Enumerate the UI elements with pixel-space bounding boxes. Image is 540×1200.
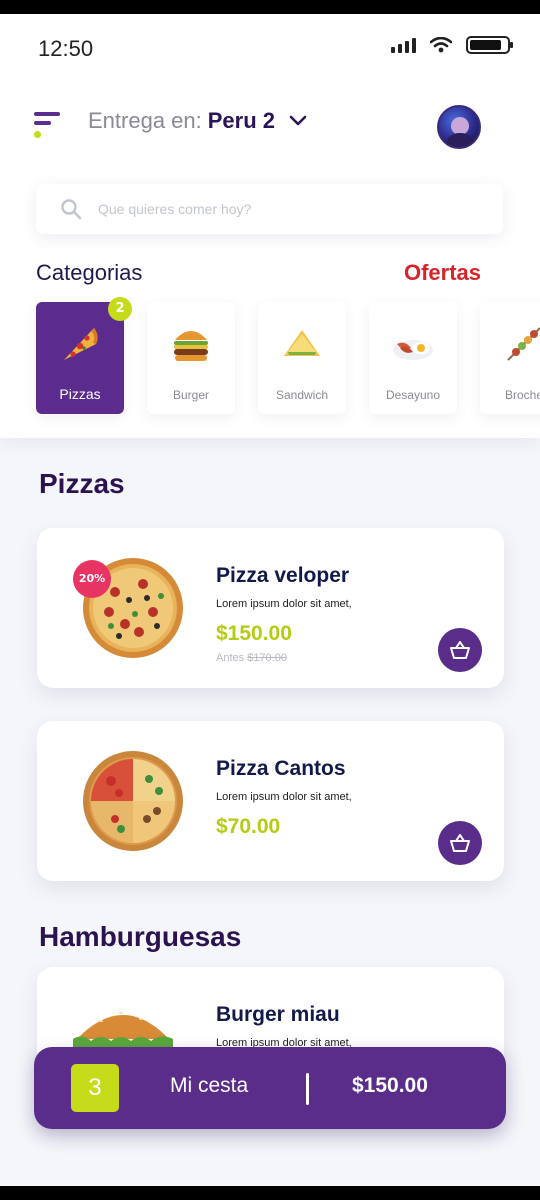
product-description: Lorem ipsum dolor sit amet, — [216, 791, 352, 803]
breakfast-icon — [393, 340, 433, 360]
product-name: Pizza Cantos — [216, 757, 346, 780]
product-name: Pizza veloper — [216, 564, 350, 587]
product-description: Lorem ipsum dolor sit amet, — [216, 598, 352, 610]
category-label: Pizzas — [59, 386, 101, 402]
section-title-hamburguesas: Hamburguesas — [39, 921, 242, 952]
sandwich-icon — [284, 330, 320, 356]
categories-title: Categorias — [36, 260, 143, 285]
signal-icon — [391, 37, 416, 53]
product-price: $70.00 — [216, 815, 281, 838]
skewer-icon — [507, 327, 540, 361]
add-to-basket-button[interactable] — [438, 821, 482, 865]
app-screen: 12:50 Entrega en: Peru 2 Ca — [0, 14, 540, 1186]
status-icons — [391, 36, 513, 54]
category-label: Sandwich — [275, 388, 329, 402]
search-input[interactable] — [98, 201, 438, 217]
section-title-pizzas: Pizzas — [39, 468, 125, 499]
basket-icon — [450, 641, 470, 659]
basket-label: Mi cesta — [170, 1074, 249, 1097]
offers-link[interactable]: Ofertas — [404, 260, 481, 286]
chevron-down-icon — [289, 115, 307, 126]
discount-badge: 20% — [73, 560, 111, 598]
search-bar — [36, 184, 503, 234]
delivery-location-selector[interactable]: Entrega en: Peru 2 — [88, 108, 307, 134]
category-count-badge: 2 — [108, 297, 132, 321]
delivery-location: Peru 2 — [207, 108, 276, 133]
category-sandwich[interactable]: Sandwich — [258, 302, 346, 414]
search-icon — [61, 199, 82, 220]
basket-total: $150.00 — [352, 1074, 428, 1097]
pizza-slice-icon — [64, 328, 98, 360]
product-price: $150.00 — [216, 622, 292, 645]
menu-icon[interactable] — [34, 112, 62, 142]
basket-icon — [450, 834, 470, 852]
battery-icon — [466, 36, 513, 54]
category-broche[interactable]: Broche — [480, 302, 540, 414]
burger-icon — [174, 331, 208, 361]
category-label: Burger — [172, 388, 210, 402]
product-card[interactable]: Pizza Cantos Lorem ipsum dolor sit amet,… — [37, 721, 504, 881]
category-pizzas[interactable]: Pizzas 2 — [36, 297, 132, 414]
status-time: 12:50 — [38, 36, 94, 61]
category-desayuno[interactable]: Desayuno — [369, 302, 457, 414]
add-to-basket-button[interactable] — [438, 628, 482, 672]
category-label: Broche — [504, 388, 540, 402]
basket-count: 3 — [71, 1064, 119, 1112]
basket-bar[interactable]: 3 Mi cesta $150.00 — [34, 1047, 506, 1129]
delivery-label: Entrega en: — [88, 108, 202, 133]
old-price: Antes $170.00 — [216, 652, 287, 664]
category-burger[interactable]: Burger — [147, 302, 235, 414]
category-label: Desayuno — [385, 388, 441, 402]
product-card[interactable]: 20% Pizza veloper Lorem ipsum dolor sit … — [37, 528, 504, 688]
product-name: Burger miau — [216, 1003, 340, 1026]
category-list: Pizzas 2 Burger Sandwich Desayuno Broche — [36, 297, 540, 414]
pizza-image — [83, 751, 183, 851]
wifi-icon — [430, 37, 452, 53]
basket-divider — [306, 1073, 309, 1105]
avatar[interactable] — [437, 105, 481, 149]
